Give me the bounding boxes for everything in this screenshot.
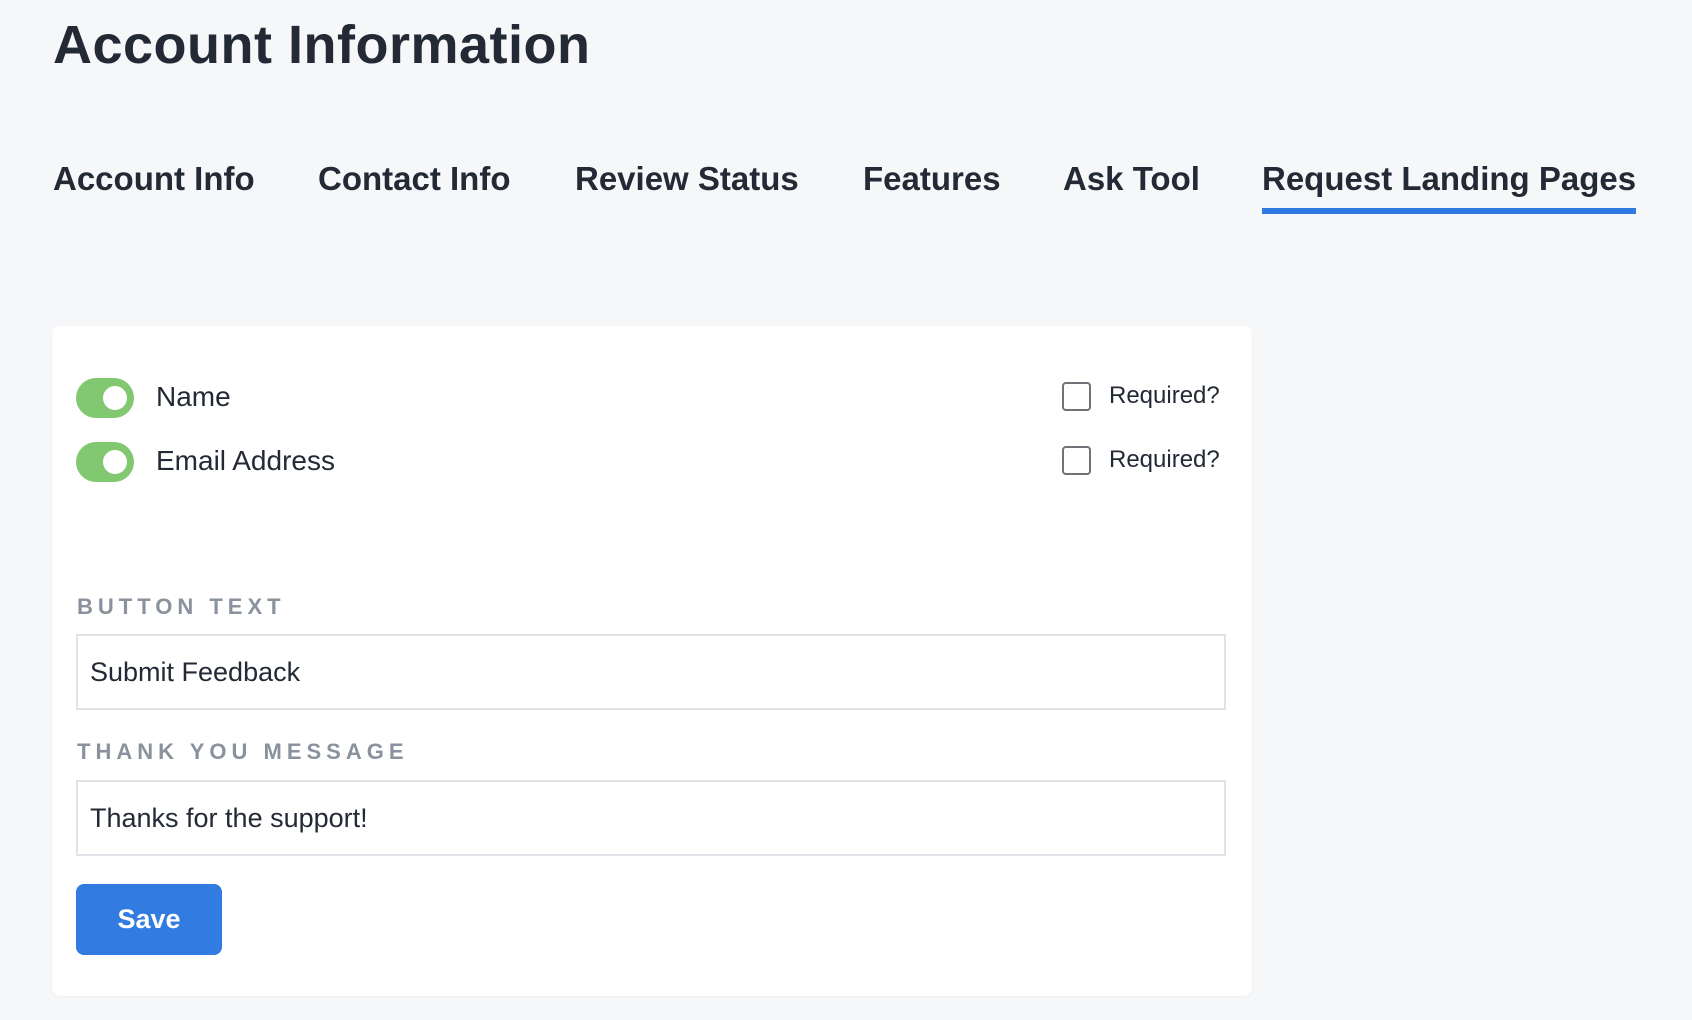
name-field-label: Name: [156, 381, 231, 412]
page-title: Account Information: [53, 15, 591, 75]
email-required-label: Required?: [1109, 446, 1220, 473]
button-text-input[interactable]: [76, 634, 1226, 710]
name-required-label: Required?: [1109, 382, 1220, 409]
toggle-knob: [103, 450, 127, 474]
tab-contact-info[interactable]: Contact Info: [318, 160, 510, 208]
thank-you-message-input[interactable]: [76, 780, 1226, 856]
field-row-email: Email Address Required?: [52, 442, 1252, 482]
email-required-checkbox[interactable]: [1062, 446, 1091, 475]
name-required-checkbox[interactable]: [1062, 382, 1091, 411]
tab-account-info[interactable]: Account Info: [53, 160, 255, 208]
tab-request-landing-pages[interactable]: Request Landing Pages: [1262, 160, 1637, 214]
email-field-toggle[interactable]: [76, 442, 134, 482]
tab-features[interactable]: Features: [863, 160, 1001, 208]
landing-page-settings-card: Name Required? Email Address Required? B…: [52, 326, 1252, 996]
field-row-name: Name Required?: [52, 378, 1252, 418]
name-field-toggle[interactable]: [76, 378, 134, 418]
tab-ask-tool[interactable]: Ask Tool: [1063, 160, 1200, 208]
email-field-label: Email Address: [156, 445, 335, 476]
thank-you-message-label: THANK YOU MESSAGE: [77, 739, 409, 764]
toggle-knob: [103, 386, 127, 410]
button-text-label: BUTTON TEXT: [77, 594, 286, 619]
save-button[interactable]: Save: [76, 884, 222, 955]
tab-review-status[interactable]: Review Status: [575, 160, 799, 208]
